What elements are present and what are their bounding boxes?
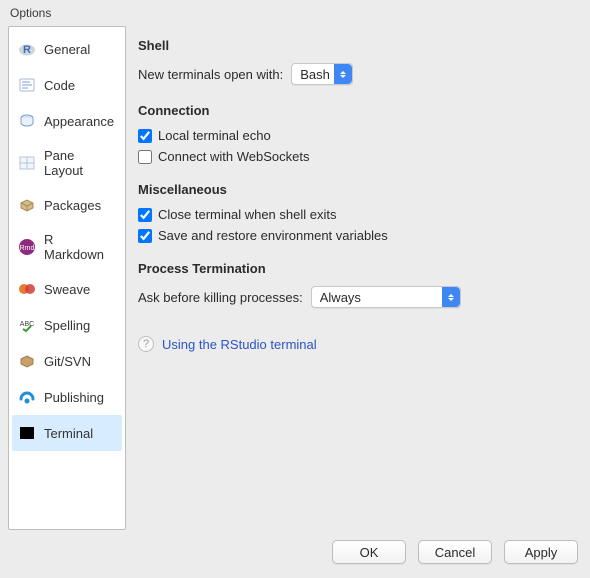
- r-logo-icon: R: [18, 40, 36, 58]
- sidebar-item-label: Pane Layout: [44, 148, 116, 178]
- websockets-label: Connect with WebSockets: [158, 149, 310, 164]
- help-icon: ?: [138, 336, 154, 352]
- open-with-value: Bash: [300, 67, 330, 82]
- sidebar-item-code[interactable]: Code: [12, 67, 122, 103]
- svg-text:ABC: ABC: [20, 321, 34, 328]
- section-proc-term-title: Process Termination: [138, 261, 578, 276]
- sidebar-item-terminal[interactable]: Terminal: [12, 415, 122, 451]
- svg-text:Rmd: Rmd: [20, 245, 35, 252]
- close-on-exit-checkbox[interactable]: Close terminal when shell exits: [138, 207, 578, 222]
- rmarkdown-icon: Rmd: [18, 238, 36, 256]
- packages-icon: [18, 196, 36, 214]
- spelling-icon: ABC: [18, 316, 36, 334]
- section-connection-title: Connection: [138, 103, 578, 118]
- close-on-exit-input[interactable]: [138, 208, 152, 222]
- ask-kill-label: Ask before killing processes:: [138, 290, 303, 305]
- local-echo-input[interactable]: [138, 129, 152, 143]
- sidebar-item-rmarkdown[interactable]: Rmd R Markdown: [12, 223, 122, 271]
- close-on-exit-label: Close terminal when shell exits: [158, 207, 336, 222]
- sweave-icon: [18, 280, 36, 298]
- apply-button[interactable]: Apply: [504, 540, 578, 564]
- window-body: R General Code Appearance P: [0, 24, 590, 530]
- publishing-icon: [18, 388, 36, 406]
- sidebar-item-label: R Markdown: [44, 232, 116, 262]
- sidebar-item-label: General: [44, 42, 90, 57]
- sidebar-item-label: Terminal: [44, 426, 93, 441]
- appearance-icon: [18, 112, 36, 130]
- ask-kill-value: Always: [320, 290, 361, 305]
- save-env-checkbox[interactable]: Save and restore environment variables: [138, 228, 578, 243]
- footer: OK Cancel Apply: [0, 530, 590, 578]
- sidebar-item-pane-layout[interactable]: Pane Layout: [12, 139, 122, 187]
- svg-text:R: R: [23, 44, 31, 56]
- chevron-updown-icon: [442, 287, 460, 307]
- websockets-input[interactable]: [138, 150, 152, 164]
- save-env-input[interactable]: [138, 229, 152, 243]
- sidebar-item-label: Publishing: [44, 390, 104, 405]
- sidebar-item-label: Packages: [44, 198, 101, 213]
- content-panel: Shell New terminals open with: Bash Conn…: [138, 26, 582, 530]
- code-icon: [18, 76, 36, 94]
- window-title: Options: [0, 0, 590, 24]
- help-link-row: ? Using the RStudio terminal: [138, 336, 578, 352]
- sidebar-item-packages[interactable]: Packages: [12, 187, 122, 223]
- ok-button[interactable]: OK: [332, 540, 406, 564]
- options-window: Options R General Code Appearance: [0, 0, 590, 578]
- ask-kill-select[interactable]: Always: [311, 286, 461, 308]
- section-shell-title: Shell: [138, 38, 578, 53]
- sidebar-item-general[interactable]: R General: [12, 31, 122, 67]
- local-echo-label: Local terminal echo: [158, 128, 271, 143]
- save-env-label: Save and restore environment variables: [158, 228, 388, 243]
- gitsvn-icon: [18, 352, 36, 370]
- sidebar-item-spelling[interactable]: ABC Spelling: [12, 307, 122, 343]
- sidebar-item-label: Spelling: [44, 318, 90, 333]
- open-with-label: New terminals open with:: [138, 67, 283, 82]
- sidebar-item-gitsvn[interactable]: Git/SVN: [12, 343, 122, 379]
- local-echo-checkbox[interactable]: Local terminal echo: [138, 128, 578, 143]
- sidebar-item-label: Sweave: [44, 282, 90, 297]
- sidebar-item-label: Code: [44, 78, 75, 93]
- open-with-select[interactable]: Bash: [291, 63, 353, 85]
- sidebar-item-label: Git/SVN: [44, 354, 91, 369]
- help-link[interactable]: Using the RStudio terminal: [162, 337, 317, 352]
- sidebar-item-appearance[interactable]: Appearance: [12, 103, 122, 139]
- sidebar-item-sweave[interactable]: Sweave: [12, 271, 122, 307]
- cancel-button[interactable]: Cancel: [418, 540, 492, 564]
- sidebar: R General Code Appearance P: [8, 26, 126, 530]
- terminal-icon: [18, 424, 36, 442]
- sidebar-item-label: Appearance: [44, 114, 114, 129]
- sidebar-item-publishing[interactable]: Publishing: [12, 379, 122, 415]
- pane-layout-icon: [18, 154, 36, 172]
- section-misc-title: Miscellaneous: [138, 182, 578, 197]
- websockets-checkbox[interactable]: Connect with WebSockets: [138, 149, 578, 164]
- chevron-updown-icon: [334, 64, 352, 84]
